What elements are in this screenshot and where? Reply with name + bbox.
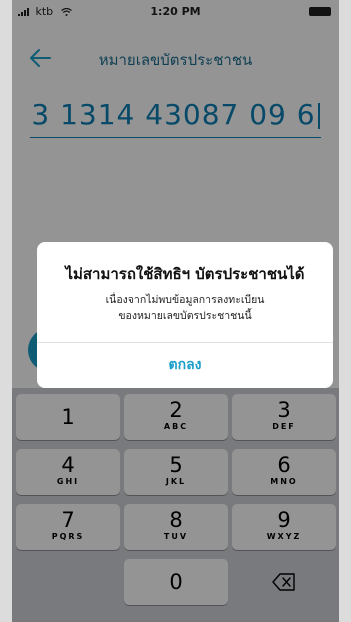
alert-dialog: ไม่สามารถใช้สิทธิฯ บัตรประชาชนได้ เนื่อง… (37, 242, 333, 388)
dialog-message-line-1: เนื่องจากไม่พบข้อมูลการลงทะเบียน (105, 294, 265, 306)
phone-screen: ktb 1:20 PM หมายเลขบัตรประชาชน 3 1314 43… (12, 0, 339, 622)
dialog-message-line-2: ของหมายเลขบัตรประชาชนนี้ (118, 310, 252, 322)
dialog-title: ไม่สามารถใช้สิทธิฯ บัตรประชาชนได้ (65, 265, 305, 283)
dialog-message: เนื่องจากไม่พบข้อมูลการลงทะเบียน ของหมาย… (57, 292, 313, 324)
ok-button[interactable]: ตกลง (37, 343, 333, 388)
